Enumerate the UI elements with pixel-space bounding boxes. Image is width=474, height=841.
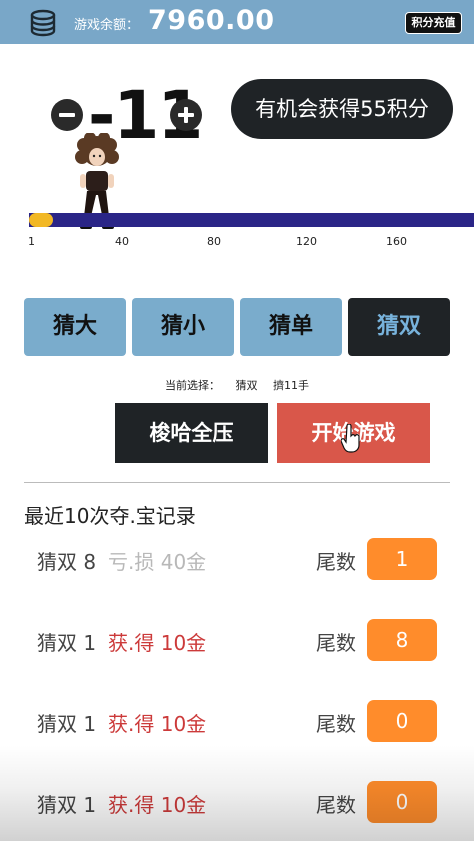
hand-cursor-icon [341,424,360,453]
slider-tick: 1 [28,235,35,248]
tail-badge: 0 [367,781,437,823]
records-title: 最近10次夺.宝记录 [24,504,196,528]
balance-label: 游戏余额： [74,18,140,33]
record-result: 获.得 10金 [108,793,207,817]
slider-tick: 120 [296,235,317,248]
selection-label: 当前选择： [165,379,220,392]
tail-label: 尾数 [316,631,356,655]
recharge-button[interactable]: 积分充值 [405,12,462,34]
selection-choice: 猜双 [235,379,258,392]
minus-icon[interactable] [51,99,83,131]
record-result: 亏.损 40金 [108,550,207,574]
record-result: 获.得 10金 [108,631,207,655]
record-guess: 猜双 1 [37,793,97,817]
selection-hands: 擠11手 [273,379,309,392]
guess-small-button[interactable]: 猜小 [132,298,234,356]
record-guess: 猜双 8 [37,550,97,574]
record-row: 猜双 1 获.得 10金 尾数 0 [0,700,474,744]
guess-big-button[interactable]: 猜大 [24,298,126,356]
guess-odd-button[interactable]: 猜单 [240,298,342,356]
tail-label: 尾数 [316,793,356,817]
record-result: 获.得 10金 [108,712,207,736]
all-in-button[interactable]: 梭哈全压 [115,403,268,463]
slider-tick: 80 [207,235,221,248]
tail-label: 尾数 [316,550,356,574]
header-bar: 游戏余额： 7960.00 积分充值 [0,0,474,44]
balance-value: 7960.00 [148,5,275,36]
record-row: 猜双 1 获.得 10金 尾数 0 [0,781,474,825]
record-guess: 猜双 1 [37,712,97,736]
current-selection: 当前选择： 猜双 擠11手 [0,377,474,393]
slider-tick: 160 [386,235,407,248]
guess-even-button[interactable]: 猜双 [348,298,450,356]
record-guess: 猜双 1 [37,631,97,655]
bonus-tooltip: 有机会获得55积分 [231,79,453,139]
divider [24,482,450,483]
tail-badge: 8 [367,619,437,661]
coin-stack-icon [30,9,56,37]
slider-tick: 40 [115,235,129,248]
record-row: 猜双 8 亏.损 40金 尾数 1 [0,538,474,582]
tail-badge: 0 [367,700,437,742]
plus-icon[interactable] [170,99,202,131]
record-row: 猜双 1 获.得 10金 尾数 8 [0,619,474,663]
tail-badge: 1 [367,538,437,580]
bet-slider-track[interactable] [29,213,474,227]
tail-label: 尾数 [316,712,356,736]
bet-slider-knob[interactable] [29,213,53,227]
